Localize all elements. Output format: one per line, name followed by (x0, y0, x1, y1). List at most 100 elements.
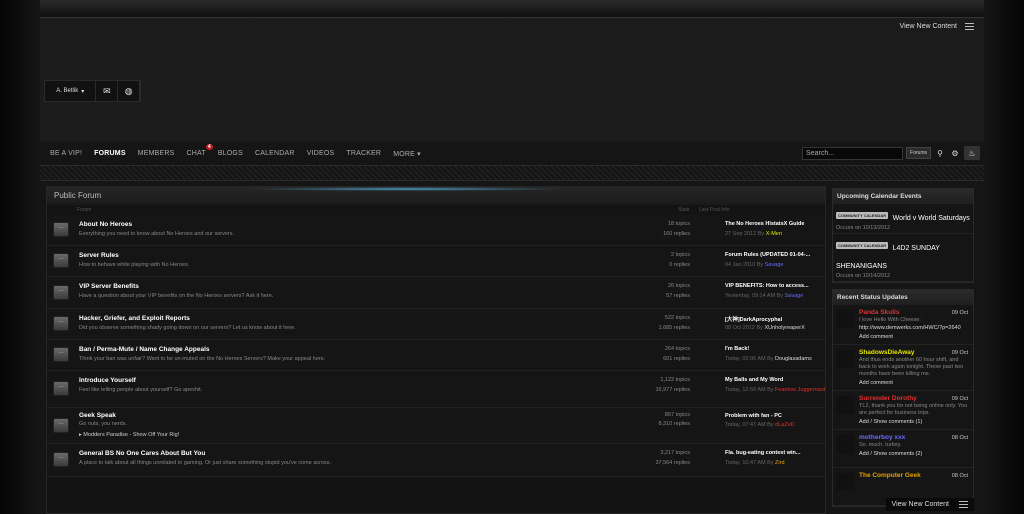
forum-description: Feel like telling people about yourself?… (79, 387, 203, 393)
user-menu[interactable]: A. Betlik ▾ (45, 81, 97, 101)
forum-title[interactable]: Introduce Yourself (79, 377, 136, 384)
forum-row[interactable]: ··· VIP Server Benefits Have a question ab… (47, 277, 825, 309)
view-new-content-top[interactable]: View New Content (900, 23, 974, 30)
search-icon[interactable]: ⚲ (934, 147, 946, 159)
forum-title[interactable]: Hacker, Griefer, and Exploit Reports (79, 315, 190, 322)
last-post-meta: 27 Sep 2012 By X-Men (725, 231, 825, 237)
forum-category-title[interactable]: Public Forum (47, 187, 825, 205)
reply-count: 0 replies (669, 262, 690, 268)
view-new-content-label[interactable]: View New Content (900, 23, 957, 30)
nav-more[interactable]: MORE ▾ (387, 150, 427, 158)
nav-vip[interactable]: BE A VIP! (44, 150, 88, 157)
forum-read-icon[interactable]: ··· (53, 452, 69, 467)
last-post-title[interactable]: Problem with fan - PC (725, 413, 782, 419)
nav-chat-label[interactable]: CHAT (186, 150, 205, 157)
forum-read-icon[interactable]: ··· (53, 316, 69, 331)
subforum-link[interactable]: ▸ Modders Paradise - Show Off Your Rig! (79, 432, 179, 438)
forum-read-icon[interactable]: ··· (53, 284, 69, 300)
forum-read-icon[interactable]: ··· (53, 417, 69, 433)
last-post-user[interactable]: Savage (785, 293, 804, 299)
forum-row[interactable]: ··· Hacker, Griefer, and Exploit Reports D… (47, 309, 825, 340)
site-logo-icon[interactable]: ♨ (964, 146, 980, 160)
last-post-date: Today, 02:06 AM (725, 356, 766, 362)
last-post-user[interactable]: XUnholyreaperX (764, 325, 804, 331)
search-area: Search... Forums ⚲ ⚙ ♨ (802, 146, 980, 160)
status-update: motherboy xxx 08 Oct So. much. turkey. Add … (833, 430, 973, 468)
avatar[interactable] (836, 435, 854, 453)
calendar-event[interactable]: COMMUNITY CALENDAR L4D2 SUNDAY SHENANIGA… (833, 234, 973, 282)
last-post-title[interactable]: Fla. bug-eating contest win... (725, 450, 800, 456)
last-post-title[interactable]: My Balls and My Word (725, 377, 783, 383)
forum-read-icon[interactable]: ··· (53, 381, 69, 396)
calendar-event[interactable]: COMMUNITY CALENDAR World v World Saturda… (833, 204, 973, 234)
forum-title[interactable]: VIP Server Benefits (79, 283, 139, 290)
user-bar: A. Betlik ▾ ✉ ◍ (44, 80, 141, 102)
status-text: And thus ends another 60 hour shift, and… (859, 357, 964, 377)
nav-tracker[interactable]: TRACKER (340, 150, 387, 157)
nav-more-label[interactable]: MORE (393, 151, 415, 158)
forum-read-icon[interactable]: ··· (53, 253, 69, 268)
view-new-content-bottom[interactable]: View New Content (885, 498, 974, 511)
last-post-user[interactable]: X-Men (766, 231, 782, 237)
last-post-title[interactable]: Forum Rules (UPDATED 01-04-... (725, 252, 810, 258)
event-title[interactable]: World v World Saturdays (893, 215, 970, 222)
search-scope[interactable]: Forums (906, 147, 931, 159)
status-comment-link[interactable]: Add / Show comments (2) (859, 451, 969, 457)
nav-blogs[interactable]: BLOGS (212, 150, 249, 157)
last-post-title[interactable]: The No Heroes HlstatsX Guide (725, 221, 804, 227)
forum-read-icon[interactable]: ··· (53, 222, 69, 237)
col-forum: Forum (77, 207, 92, 213)
list-icon[interactable] (965, 23, 974, 30)
globe-icon[interactable]: ◍ (118, 81, 141, 101)
last-post-user[interactable]: Douglasadams (775, 356, 812, 362)
nav-calendar[interactable]: CALENDAR (249, 150, 301, 157)
forum-title[interactable]: General BS No One Cares About But You (79, 450, 205, 457)
topic-count: 522 topics (664, 315, 690, 321)
forum-title[interactable]: Geek Speak (79, 412, 116, 419)
forum-row[interactable]: ··· Geek Speak Go nuts, you nerds. ▸ Modder… (47, 408, 825, 444)
nav-forums[interactable]: FORUMS (88, 150, 132, 157)
last-post-title[interactable]: I'm Back! (725, 346, 749, 352)
forum-list: ··· About No Heroes Everything you need to… (47, 215, 825, 477)
reply-count: 160 replies (663, 231, 690, 237)
forum-title[interactable]: Ban / Perma-Mute / Name Change Appeals (79, 346, 210, 353)
mail-icon[interactable]: ✉ (96, 81, 119, 101)
avatar[interactable] (836, 310, 854, 328)
avatar[interactable] (836, 473, 854, 491)
status-date: 09 Oct (951, 350, 968, 356)
last-post-meta: Yesterday, 09:14 AM By Savage (725, 293, 825, 299)
last-post-user[interactable]: dLaZeD (775, 422, 795, 428)
status-comment-link[interactable]: Add comment (859, 380, 969, 386)
status-comment-link[interactable]: Add / Show comments (1) (859, 419, 969, 425)
subforum-label[interactable]: Modders Paradise - Show Off Your Rig! (83, 432, 179, 438)
forum-panel: Public Forum Forum Stats Last Post Info … (46, 186, 826, 514)
last-post-title[interactable]: VIP BENEFITS: How to access... (725, 283, 809, 289)
forum-row[interactable]: ··· Ban / Perma-Mute / Name Change Appeal… (47, 340, 825, 371)
forum-row[interactable]: ··· Server Rules How to behave while playi… (47, 246, 825, 277)
forum-title[interactable]: Server Rules (79, 252, 119, 259)
nav-videos[interactable]: VIDEOS (301, 150, 341, 157)
status-comment-link[interactable]: Add comment (859, 334, 969, 340)
forum-title[interactable]: About No Heroes (79, 221, 132, 228)
view-new-content-label[interactable]: View New Content (892, 501, 949, 508)
last-post-user[interactable]: Fearless Juggernaut (775, 387, 825, 393)
list-icon[interactable] (959, 501, 968, 508)
last-post-user[interactable]: Zird (775, 460, 784, 466)
forum-read-icon[interactable]: ··· (53, 347, 69, 362)
forum-row[interactable]: ··· General BS No One Cares About But You… (47, 444, 825, 477)
last-post-user[interactable]: Savage (765, 262, 784, 268)
avatar[interactable] (836, 350, 854, 368)
calendar-tag: COMMUNITY CALENDAR (836, 212, 889, 220)
gear-icon[interactable]: ⚙ (949, 147, 961, 159)
avatar[interactable] (836, 396, 854, 414)
nav-chat[interactable]: CHAT 4 (180, 144, 213, 157)
col-last-post: Last Post Info (699, 207, 730, 213)
forum-row[interactable]: ··· About No Heroes Everything you need to… (47, 215, 825, 246)
status-link[interactable]: http://www.demwerks.com/HWC/?p=2640 (859, 325, 969, 332)
last-post-title[interactable]: [大神]DarkAprocyphal (725, 315, 782, 323)
username[interactable]: A. Betlik (56, 88, 78, 94)
search-input[interactable]: Search... (802, 146, 904, 160)
forum-row[interactable]: ··· Introduce Yourself Feel like telling p… (47, 371, 825, 408)
nav-members[interactable]: MEMBERS (132, 150, 181, 157)
status-date: 08 Oct (951, 473, 968, 479)
